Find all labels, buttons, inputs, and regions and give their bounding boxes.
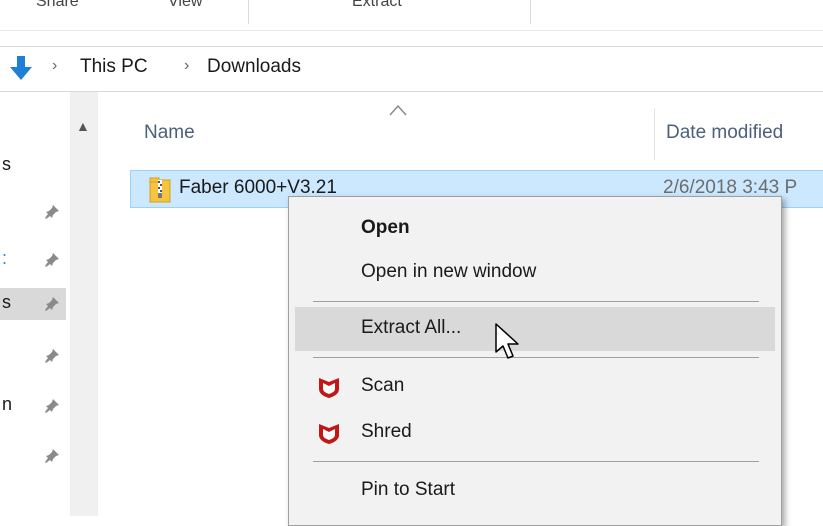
sort-ascending-icon bbox=[389, 104, 407, 116]
nav-item-label: n bbox=[2, 394, 13, 414]
pin-icon[interactable] bbox=[44, 448, 60, 464]
menu-separator bbox=[313, 301, 759, 302]
menu-separator bbox=[313, 357, 759, 358]
pin-icon[interactable] bbox=[44, 348, 60, 364]
ribbon-tab-view[interactable]: View bbox=[168, 0, 202, 11]
navigation-pane: ▲ s : s n bbox=[0, 92, 98, 516]
mcafee-shield-icon bbox=[319, 378, 339, 398]
context-menu: Open Open in new window Extract All... S… bbox=[288, 196, 782, 526]
pin-icon[interactable] bbox=[44, 398, 60, 414]
menu-label-shred: Shred bbox=[361, 421, 412, 442]
column-header-name[interactable]: Name bbox=[144, 122, 195, 174]
menu-item-pin-to-start[interactable]: Pin to Start bbox=[295, 469, 775, 513]
menu-item-extract-all[interactable]: Extract All... bbox=[295, 307, 775, 351]
pin-icon[interactable] bbox=[44, 296, 60, 312]
nav-item[interactable]: s bbox=[0, 150, 66, 182]
ribbon-divider bbox=[530, 0, 531, 24]
nav-item[interactable]: : bbox=[0, 244, 66, 276]
nav-item[interactable] bbox=[0, 196, 66, 228]
nav-item[interactable]: n bbox=[0, 390, 66, 422]
address-bar[interactable]: › This PC › Downloads bbox=[0, 46, 823, 92]
zip-folder-icon bbox=[149, 177, 171, 203]
nav-item-label: : bbox=[2, 248, 8, 268]
menu-separator bbox=[313, 461, 759, 462]
menu-label-open-new-window: Open in new window bbox=[361, 261, 537, 282]
ribbon-tab-share[interactable]: Share bbox=[36, 0, 79, 11]
breadcrumb-separator: › bbox=[184, 57, 190, 74]
ribbon-tabs: Share View Extract bbox=[0, 0, 823, 31]
down-arrow-icon[interactable] bbox=[8, 54, 34, 82]
ribbon-divider bbox=[248, 0, 249, 24]
breadcrumb-downloads[interactable]: Downloads bbox=[207, 56, 301, 78]
menu-item-open-new-window[interactable]: Open in new window bbox=[295, 251, 775, 295]
column-divider[interactable] bbox=[654, 108, 655, 160]
pin-icon[interactable] bbox=[44, 252, 60, 268]
nav-item[interactable] bbox=[0, 340, 66, 372]
nav-item[interactable] bbox=[0, 440, 66, 472]
menu-label-pin-to-start: Pin to Start bbox=[361, 479, 455, 500]
breadcrumb-this-pc[interactable]: This PC bbox=[80, 56, 148, 78]
column-header-date-modified[interactable]: Date modified bbox=[666, 122, 783, 174]
mcafee-shield-icon bbox=[319, 424, 339, 444]
menu-item-shred[interactable]: Shred bbox=[295, 411, 775, 455]
mouse-pointer-icon bbox=[495, 323, 519, 359]
menu-item-scan[interactable]: Scan bbox=[295, 365, 775, 409]
nav-item-label: s bbox=[2, 292, 11, 312]
ribbon-tab-extract[interactable]: Extract bbox=[352, 0, 402, 11]
menu-label-scan: Scan bbox=[361, 375, 405, 396]
nav-scrollbar[interactable] bbox=[70, 92, 98, 516]
scroll-up-arrow-icon[interactable]: ▲ bbox=[76, 118, 90, 134]
menu-item-open[interactable]: Open bbox=[295, 207, 775, 251]
nav-item-label: s bbox=[2, 154, 11, 174]
breadcrumb-separator: › bbox=[52, 57, 58, 74]
pin-icon[interactable] bbox=[44, 204, 60, 220]
nav-item-selected[interactable]: s bbox=[0, 288, 66, 320]
menu-label-open: Open bbox=[361, 217, 410, 238]
menu-label-extract-all: Extract All... bbox=[361, 317, 462, 338]
